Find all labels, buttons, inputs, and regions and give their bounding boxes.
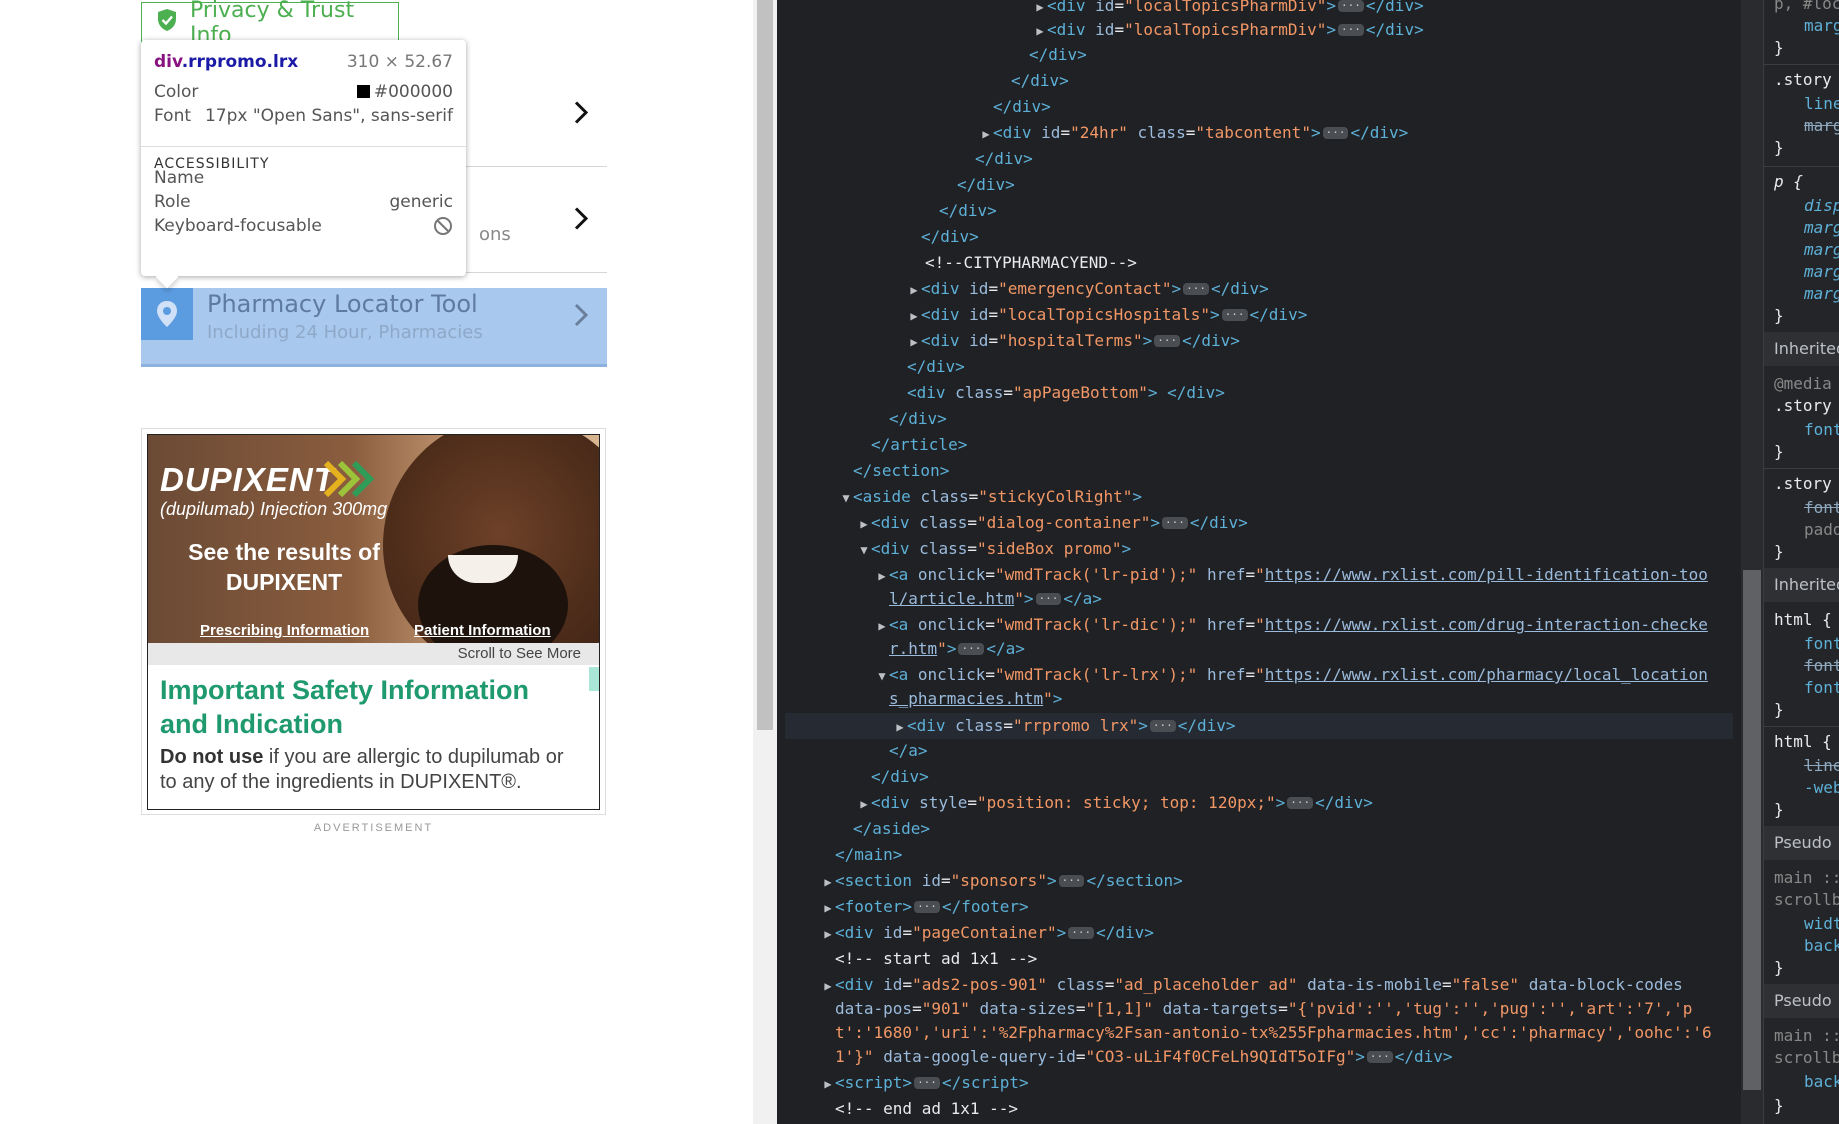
dom-node-cont[interactable]: t':'1680','uri':'%2Fpharmacy%2Fsan-anton… xyxy=(835,1023,1712,1043)
dom-node[interactable]: ▼ <div class="sideBox promo"> xyxy=(857,539,1131,560)
dom-node[interactable]: ▶ <div id="pageContainer"> ··· </div> xyxy=(821,923,1154,944)
ad-brand-logo: DUPIXENT xyxy=(160,461,335,498)
dom-node[interactable]: ▶ <div id="emergencyContact"> ··· </div> xyxy=(907,279,1268,300)
chevron-logo-icon xyxy=(323,459,380,504)
tooltip-name-label: Name xyxy=(154,168,205,188)
tooltip-size: 310 × 52.67 xyxy=(346,52,453,72)
ad-isi-scrollbar[interactable] xyxy=(589,667,599,691)
dom-node[interactable]: <div class="apPageBottom"> </div> xyxy=(907,383,1225,403)
dom-node[interactable]: ▼ <a onclick="wmdTrack('lr-lrx');" href="… xyxy=(875,665,1707,686)
dom-node[interactable]: ▶ <div id="ads2-pos-901" class="ad_placeh… xyxy=(821,975,1682,996)
tooltip-focusable-label: Keyboard-focusable xyxy=(154,216,322,236)
row-subtitle: ons xyxy=(479,224,511,245)
page-scrollbar-thumb[interactable] xyxy=(757,0,773,730)
chevron-right-icon xyxy=(573,206,589,237)
tooltip-role-label: Role xyxy=(154,192,191,212)
pharmacy-locator-row[interactable]: Pharmacy Locator Tool Including 24 Hour,… xyxy=(141,288,607,367)
elements-dom-tree[interactable]: ▶ <div id="localTopicsPharmDiv"> ··· </div>… xyxy=(777,0,1741,1124)
pharmacy-locator-title: Pharmacy Locator Tool xyxy=(207,290,478,318)
tooltip-color-label: Color xyxy=(154,82,199,102)
dom-node[interactable]: ▶ <div id="hospitalTerms"> ··· </div> xyxy=(907,331,1240,352)
tooltip-font-label: Font xyxy=(154,106,192,126)
dom-node[interactable]: ▶ <div id="localTopicsHospitals"> ··· </div… xyxy=(907,305,1307,326)
location-pin-icon xyxy=(141,288,193,340)
dom-node[interactable]: ▶ <footer> ··· </footer> xyxy=(821,897,1028,918)
dom-node[interactable]: ▶ <script> ··· </script> xyxy=(821,1073,1028,1094)
privacy-trust-button[interactable]: Privacy & Trust Info xyxy=(141,0,399,48)
dom-node[interactable]: ▶ <div class="dialog-container"> ··· </div> xyxy=(857,513,1247,534)
prescribing-info-link[interactable]: Prescribing Information xyxy=(200,622,369,639)
ad-generic-name: (dupilumab) Injection 300mg xyxy=(160,499,388,519)
dom-node[interactable]: ▶ <div id="localTopicsPharmDiv"> ··· </div> xyxy=(1033,20,1423,41)
inspect-element-tooltip: div.rrpromo.lrx 310 × 52.67 Color #00000… xyxy=(141,40,466,276)
dom-node[interactable]: ▼ <aside class="stickyColRight"> xyxy=(839,487,1142,508)
dom-scrollbar-thumb[interactable] xyxy=(1743,570,1761,1090)
dom-node-cont[interactable]: 1'}" data-google-query-id="CO3-uLiF4f0CF… xyxy=(835,1047,1453,1067)
dom-comment: <!-- start ad 1x1 --> xyxy=(835,949,1038,968)
dom-node-cont[interactable]: l/article.htm"> ··· </a> xyxy=(889,589,1102,609)
dom-node[interactable]: ▶ <section id="sponsors"> ··· </section> xyxy=(821,871,1182,892)
dom-node[interactable]: ▶ <a onclick="wmdTrack('lr-pid');" href="… xyxy=(875,565,1707,586)
tooltip-selector: div.rrpromo.lrx xyxy=(154,52,299,72)
pharmacy-locator-subtitle: Including 24 Hour, Pharmacies xyxy=(207,322,483,343)
patient-info-link[interactable]: Patient Information xyxy=(414,622,551,639)
tooltip-role-value: generic xyxy=(389,192,453,212)
devtools-panel: ▶ <div id="localTopicsPharmDiv"> ··· </div>… xyxy=(777,0,1839,1124)
advertisement-label: ADVERTISEMENT xyxy=(313,822,434,834)
dom-node[interactable]: ▶ <div id="24hr" class="tabcontent"> ··· </… xyxy=(979,123,1408,144)
dom-node-selected[interactable]: ▶ <div class="rrpromo lrx"> ··· </div> xyxy=(893,716,1235,737)
tooltip-font-value: 17px "Open Sans", sans-serif xyxy=(204,106,453,126)
ad-scroll-hint: Scroll to See More xyxy=(148,643,599,665)
chevron-right-icon xyxy=(573,302,589,333)
dom-node-cont[interactable]: s_pharmacies.htm"> xyxy=(889,689,1062,709)
ad-hero-image[interactable]: DUPIXENT (dupilumab) Injection 300mg See… xyxy=(148,435,599,643)
ad-isi-title: Important Safety Information and Indicat… xyxy=(160,675,530,739)
dom-node[interactable]: ▶ <div id="localTopicsPharmDiv"> ··· </div> xyxy=(1033,0,1424,17)
shield-icon xyxy=(156,8,178,38)
color-swatch-icon xyxy=(356,85,370,98)
dom-comment: <!-- end ad 1x1 --> xyxy=(835,1099,1019,1118)
dom-node-cont[interactable]: data-pos="901" data-sizes="[1,1]" data-t… xyxy=(835,999,1692,1019)
dom-node-cont[interactable]: r.htm"> ··· </a> xyxy=(889,639,1025,659)
chevron-right-icon xyxy=(573,100,589,131)
tooltip-color-value: #000000 xyxy=(356,82,453,102)
styles-pane[interactable]: p, #loc marg } .story line marg } p { di… xyxy=(1763,0,1839,1124)
ad-headline: See the results of DUPIXENT xyxy=(188,539,380,595)
ad-isi-body: Do not use if you are allergic to dupilu… xyxy=(160,746,564,793)
dom-comment: <!--CITYPHARMACYEND--> xyxy=(925,253,1137,272)
dom-node[interactable]: ▶ <a onclick="wmdTrack('lr-dic');" href="… xyxy=(875,615,1707,636)
dom-node[interactable]: ▶ <div style="position: sticky; top: 120p… xyxy=(857,793,1373,814)
webpage-viewport: Privacy & Trust Info ons Pharmacy Locato… xyxy=(0,0,642,1124)
not-allowed-icon xyxy=(433,216,453,241)
dupixent-ad[interactable]: DUPIXENT (dupilumab) Injection 300mg See… xyxy=(147,434,600,810)
